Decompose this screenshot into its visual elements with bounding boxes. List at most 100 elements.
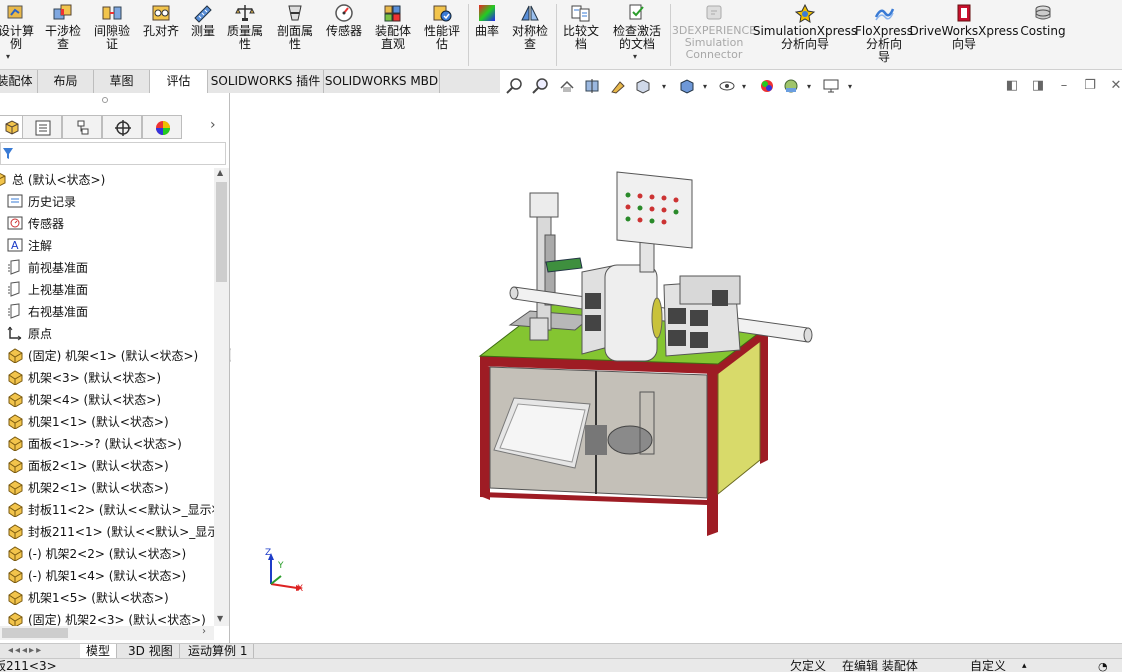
scroll-up-icon[interactable]: ▲ <box>217 168 223 177</box>
3dexperience-simulation-connector-button[interactable]: 3DEXPERIENCE Simulation Connector <box>672 0 756 61</box>
tab-model[interactable]: 模型 <box>80 644 118 659</box>
chevron-down-icon[interactable]: ▾ <box>807 82 811 91</box>
previous-view-icon[interactable] <box>558 78 576 94</box>
tree-item[interactable]: (-) 机架2<2> (默认<状态>) <box>0 542 214 564</box>
scroll-thumb[interactable] <box>216 182 227 282</box>
tree-item[interactable]: 面板<1>->? (默认<状态>) <box>0 432 214 454</box>
tree-item[interactable]: A 注解 <box>0 234 214 256</box>
tree-item[interactable]: (固定) 机架2<3> (默认<状态>) <box>0 608 214 626</box>
measure-button[interactable]: 测量 <box>185 0 221 38</box>
tab-solidworks-addins[interactable]: SOLIDWORKS 插件 <box>208 70 324 93</box>
tree-item[interactable]: 右视基准面 <box>0 300 214 322</box>
sensor-button[interactable]: 传感器 <box>322 0 366 38</box>
hide-show-items-icon[interactable] <box>718 78 736 94</box>
chevron-down-icon[interactable]: ▾ <box>703 82 707 91</box>
tree-item[interactable]: 机架1<5> (默认<状态>) <box>0 586 214 608</box>
section-properties-button[interactable]: 剖面属 性 <box>272 0 318 51</box>
tree-item[interactable]: 机架<3> (默认<状态>) <box>0 366 214 388</box>
tree-item[interactable]: (-) 机架1<4> (默认<状态>) <box>0 564 214 586</box>
feature-tree: 总 (默认<状态>) 历史记录 传感器 A 注解 前视基准面 上视基准面 右视基准面 原点 (固定… <box>0 168 214 626</box>
costing-button[interactable]: Costing <box>1016 0 1070 38</box>
tree-item[interactable]: 传感器 <box>0 212 214 234</box>
tab-configuration-manager[interactable] <box>62 115 102 139</box>
apply-scene-icon[interactable] <box>782 78 800 94</box>
part-icon <box>8 524 23 539</box>
graphics-area[interactable]: Z Y X <box>231 96 1122 643</box>
scroll-right-icon[interactable]: › <box>202 626 206 637</box>
chevron-up-icon[interactable]: ▴ <box>1022 659 1027 672</box>
scroll-down-icon[interactable]: ▼ <box>217 614 223 623</box>
mass-properties-button[interactable]: 质量属 性 <box>222 0 268 51</box>
chevron-down-icon[interactable]: ▾ <box>662 82 666 91</box>
tab-display-manager[interactable] <box>142 115 182 139</box>
check-active-document-button[interactable]: 检查激活 的文档 <box>606 0 668 51</box>
tab-scroll-arrows-icon[interactable]: ◂◂◂▸▸ <box>8 645 43 656</box>
tree-item[interactable]: 前视基准面 <box>0 256 214 278</box>
interference-detection-button[interactable]: 干涉检 查 <box>41 0 85 51</box>
hole-alignment-button[interactable]: 孔对齐 <box>139 0 183 38</box>
assembly-icon <box>0 172 6 187</box>
edit-appearance-icon[interactable] <box>758 78 776 94</box>
performance-evaluation-button[interactable]: 性能评 估 <box>420 0 464 51</box>
tab-solidworks-mbd[interactable]: SOLIDWORKS MBD <box>324 70 440 93</box>
tab-dimxpert-manager[interactable] <box>102 115 142 139</box>
zoom-to-area-icon[interactable] <box>532 78 550 94</box>
tree-filter-box[interactable] <box>0 142 226 165</box>
status-bar: 板211<3> 欠定义 在编辑 装配体 自定义 ▴ ◔ <box>0 658 1122 672</box>
assembly-model[interactable] <box>231 96 1122 643</box>
tree-item[interactable]: 面板2<1> (默认<状态>) <box>0 454 214 476</box>
zoom-to-fit-icon[interactable] <box>506 78 524 94</box>
dynamic-annotation-icon[interactable] <box>610 78 628 94</box>
chevron-down-icon[interactable]: ▾ <box>6 52 10 61</box>
collapse-right-icon[interactable]: ◨ <box>1031 79 1045 93</box>
collapse-left-icon[interactable]: ◧ <box>1005 79 1019 93</box>
help-icon[interactable]: ◔ <box>1098 659 1108 672</box>
tab-motion-study[interactable]: 运动算例 1 <box>182 644 255 659</box>
scroll-thumb[interactable] <box>2 628 68 638</box>
tree-item[interactable]: 机架<4> (默认<状态>) <box>0 388 214 410</box>
tree-item[interactable]: 封板211<1> (默认<<默认>_显示 <box>0 520 214 542</box>
tree-item[interactable]: (固定) 机架<1> (默认<状态>) <box>0 344 214 366</box>
tree-item[interactable]: 封板11<2> (默认<<默认>_显示状 <box>0 498 214 520</box>
tree-item[interactable]: 历史记录 <box>0 190 214 212</box>
tab-evaluate[interactable]: 评估 <box>150 70 208 93</box>
simulationxpress-icon <box>794 3 816 23</box>
feature-tree-icon <box>5 120 19 135</box>
chevron-down-icon[interactable]: ▾ <box>633 52 637 61</box>
chevron-right-icon[interactable]: › <box>210 117 216 133</box>
design-study-button[interactable]: 设计算 例 <box>0 0 36 51</box>
panel-grip-icon[interactable] <box>102 97 108 103</box>
simulationxpress-button[interactable]: SimulationXpress 分析向导 <box>753 0 857 51</box>
curvature-button[interactable]: 曲率 <box>470 0 504 38</box>
chevron-down-icon[interactable]: ▾ <box>848 82 852 91</box>
tree-item-label: (固定) 机架2<3> (默认<状态>) <box>28 612 206 627</box>
minimize-icon[interactable]: – <box>1057 79 1071 93</box>
display-style-icon[interactable] <box>678 78 696 94</box>
tree-vertical-scrollbar[interactable]: ▲ ▼ <box>214 168 229 626</box>
tree-item[interactable]: 总 (默认<状态>) <box>0 168 204 190</box>
driveworksxpress-button[interactable]: DriveWorksXpress 向导 <box>909 0 1019 51</box>
status-units[interactable]: 自定义 <box>970 659 1006 672</box>
tree-horizontal-scrollbar[interactable]: › <box>0 626 214 640</box>
assembly-visualization-button[interactable]: 装配体 直观 <box>370 0 416 51</box>
restore-icon[interactable]: ❐ <box>1083 79 1097 93</box>
tab-property-manager[interactable] <box>22 115 62 139</box>
section-view-icon[interactable] <box>584 78 602 94</box>
close-icon[interactable]: ✕ <box>1109 79 1122 93</box>
tab-assembly[interactable]: 装配体 <box>0 70 38 93</box>
tab-layout[interactable]: 布局 <box>38 70 94 93</box>
symmetry-check-button[interactable]: 对称检 查 <box>507 0 553 51</box>
tree-item[interactable]: 原点 <box>0 322 214 344</box>
tab-sketch[interactable]: 草图 <box>94 70 150 93</box>
tree-item[interactable]: 机架2<1> (默认<状态>) <box>0 476 214 498</box>
floxpress-button[interactable]: FloXpress 分析向 导 <box>855 0 913 64</box>
chevron-down-icon[interactable]: ▾ <box>742 82 746 91</box>
part-icon <box>8 348 23 363</box>
compare-documents-button[interactable]: 比较文 档 <box>559 0 603 51</box>
tab-3d-views[interactable]: 3D 视图 <box>122 644 180 659</box>
view-orientation-icon[interactable] <box>634 78 652 94</box>
tree-item[interactable]: 上视基准面 <box>0 278 214 300</box>
view-settings-icon[interactable] <box>822 78 840 94</box>
clearance-verification-button[interactable]: 间隙验 证 <box>90 0 134 51</box>
tree-item[interactable]: 机架1<1> (默认<状态>) <box>0 410 214 432</box>
